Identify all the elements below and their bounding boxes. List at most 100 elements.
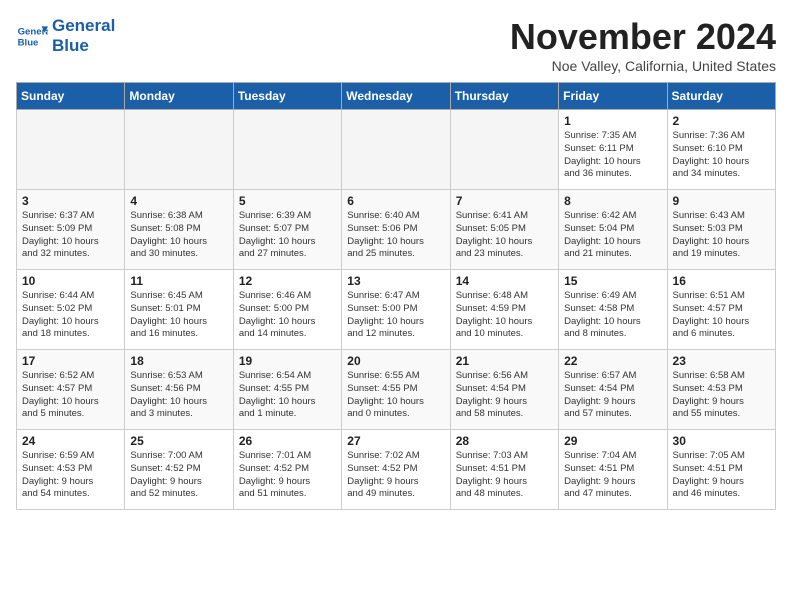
day-number: 18 <box>130 354 227 368</box>
day-info: Sunrise: 6:39 AM Sunset: 5:07 PM Dayligh… <box>239 210 336 261</box>
day-number: 29 <box>564 434 661 448</box>
calendar-cell: 2 Sunrise: 7:36 AM Sunset: 6:10 PM Daylig… <box>667 110 775 190</box>
day-number: 19 <box>239 354 336 368</box>
logo: General Blue General Blue <box>16 16 115 55</box>
calendar-cell: 26 Sunrise: 7:01 AM Sunset: 4:52 PM Dayli… <box>233 430 341 510</box>
calendar-cell: 9 Sunrise: 6:43 AM Sunset: 5:03 PM Daylig… <box>667 190 775 270</box>
day-number: 24 <box>22 434 119 448</box>
calendar-cell: 11Sunrise: 6:45 AM Sunset: 5:01 PM Dayli… <box>125 270 233 350</box>
day-number: 26 <box>239 434 336 448</box>
calendar-cell: 1Sunrise: 7:35 AM Sunset: 6:11 PM Daylig… <box>559 110 667 190</box>
calendar-cell: 13 Sunrise: 6:47 AM Sunset: 5:00 PM Dayli… <box>342 270 450 350</box>
day-number: 11 <box>130 274 227 288</box>
calendar-cell: 17 Sunrise: 6:52 AM Sunset: 4:57 PM Dayli… <box>17 350 125 430</box>
title-block: November 2024 Noe Valley, California, Un… <box>510 16 776 74</box>
calendar-cell: 8Sunrise: 6:42 AM Sunset: 5:04 PM Daylig… <box>559 190 667 270</box>
day-info: Sunrise: 6:54 AM Sunset: 4:55 PM Dayligh… <box>239 370 336 421</box>
weekday-header-sunday: Sunday <box>17 83 125 110</box>
calendar-cell: 20 Sunrise: 6:55 AM Sunset: 4:55 PM Dayli… <box>342 350 450 430</box>
day-info: Sunrise: 7:04 AM Sunset: 4:51 PM Dayligh… <box>564 450 661 501</box>
calendar-week-4: 17 Sunrise: 6:52 AM Sunset: 4:57 PM Dayli… <box>17 350 776 430</box>
day-number: 25 <box>130 434 227 448</box>
day-info: Sunrise: 6:47 AM Sunset: 5:00 PM Dayligh… <box>347 290 444 341</box>
day-info: Sunrise: 7:36 AM Sunset: 6:10 PM Dayligh… <box>673 130 770 181</box>
calendar-cell: 27 Sunrise: 7:02 AM Sunset: 4:52 PM Dayli… <box>342 430 450 510</box>
day-info: Sunrise: 6:37 AM Sunset: 5:09 PM Dayligh… <box>22 210 119 261</box>
day-info: Sunrise: 7:03 AM Sunset: 4:51 PM Dayligh… <box>456 450 553 501</box>
day-info: Sunrise: 6:48 AM Sunset: 4:59 PM Dayligh… <box>456 290 553 341</box>
weekday-header-monday: Monday <box>125 83 233 110</box>
weekday-header-thursday: Thursday <box>450 83 558 110</box>
calendar-cell: 22 Sunrise: 6:57 AM Sunset: 4:54 PM Dayli… <box>559 350 667 430</box>
day-info: Sunrise: 6:38 AM Sunset: 5:08 PM Dayligh… <box>130 210 227 261</box>
calendar-week-3: 10 Sunrise: 6:44 AM Sunset: 5:02 PM Dayli… <box>17 270 776 350</box>
day-info: Sunrise: 6:46 AM Sunset: 5:00 PM Dayligh… <box>239 290 336 341</box>
day-info: Sunrise: 6:41 AM Sunset: 5:05 PM Dayligh… <box>456 210 553 261</box>
calendar-cell: 5 Sunrise: 6:39 AM Sunset: 5:07 PM Daylig… <box>233 190 341 270</box>
weekday-header-friday: Friday <box>559 83 667 110</box>
weekday-header-saturday: Saturday <box>667 83 775 110</box>
day-number: 13 <box>347 274 444 288</box>
logo-general: General <box>52 16 115 36</box>
day-number: 10 <box>22 274 119 288</box>
calendar-table: SundayMondayTuesdayWednesdayThursdayFrid… <box>16 82 776 510</box>
calendar-cell: 4 Sunrise: 6:38 AM Sunset: 5:08 PM Daylig… <box>125 190 233 270</box>
day-number: 21 <box>456 354 553 368</box>
day-number: 7 <box>456 194 553 208</box>
calendar-cell <box>125 110 233 190</box>
calendar-cell: 29 Sunrise: 7:04 AM Sunset: 4:51 PM Dayli… <box>559 430 667 510</box>
day-number: 2 <box>673 114 770 128</box>
day-number: 1 <box>564 114 661 128</box>
day-number: 23 <box>673 354 770 368</box>
calendar-cell: 12 Sunrise: 6:46 AM Sunset: 5:00 PM Dayli… <box>233 270 341 350</box>
day-number: 15 <box>564 274 661 288</box>
day-info: Sunrise: 6:43 AM Sunset: 5:03 PM Dayligh… <box>673 210 770 261</box>
day-number: 12 <box>239 274 336 288</box>
day-number: 9 <box>673 194 770 208</box>
weekday-header-tuesday: Tuesday <box>233 83 341 110</box>
calendar-week-1: 1Sunrise: 7:35 AM Sunset: 6:11 PM Daylig… <box>17 110 776 190</box>
day-number: 6 <box>347 194 444 208</box>
header: General Blue General Blue November 2024 … <box>16 16 776 74</box>
weekday-header-wednesday: Wednesday <box>342 83 450 110</box>
day-info: Sunrise: 6:55 AM Sunset: 4:55 PM Dayligh… <box>347 370 444 421</box>
day-number: 4 <box>130 194 227 208</box>
day-number: 27 <box>347 434 444 448</box>
calendar-cell: 14 Sunrise: 6:48 AM Sunset: 4:59 PM Dayli… <box>450 270 558 350</box>
day-info: Sunrise: 7:01 AM Sunset: 4:52 PM Dayligh… <box>239 450 336 501</box>
day-info: Sunrise: 6:44 AM Sunset: 5:02 PM Dayligh… <box>22 290 119 341</box>
calendar-week-2: 3 Sunrise: 6:37 AM Sunset: 5:09 PM Daylig… <box>17 190 776 270</box>
calendar-week-5: 24Sunrise: 6:59 AM Sunset: 4:53 PM Dayli… <box>17 430 776 510</box>
day-number: 5 <box>239 194 336 208</box>
day-number: 3 <box>22 194 119 208</box>
calendar-cell: 6 Sunrise: 6:40 AM Sunset: 5:06 PM Daylig… <box>342 190 450 270</box>
calendar-cell: 18Sunrise: 6:53 AM Sunset: 4:56 PM Dayli… <box>125 350 233 430</box>
logo-icon: General Blue <box>16 20 48 52</box>
day-number: 28 <box>456 434 553 448</box>
day-info: Sunrise: 6:52 AM Sunset: 4:57 PM Dayligh… <box>22 370 119 421</box>
calendar-cell <box>450 110 558 190</box>
day-info: Sunrise: 7:02 AM Sunset: 4:52 PM Dayligh… <box>347 450 444 501</box>
logo-blue: Blue <box>52 36 115 56</box>
day-info: Sunrise: 6:58 AM Sunset: 4:53 PM Dayligh… <box>673 370 770 421</box>
calendar-cell: 25 Sunrise: 7:00 AM Sunset: 4:52 PM Dayli… <box>125 430 233 510</box>
svg-text:Blue: Blue <box>18 37 39 48</box>
day-info: Sunrise: 7:00 AM Sunset: 4:52 PM Dayligh… <box>130 450 227 501</box>
calendar-cell: 21 Sunrise: 6:56 AM Sunset: 4:54 PM Dayli… <box>450 350 558 430</box>
calendar-cell: 19 Sunrise: 6:54 AM Sunset: 4:55 PM Dayli… <box>233 350 341 430</box>
day-info: Sunrise: 7:05 AM Sunset: 4:51 PM Dayligh… <box>673 450 770 501</box>
day-number: 20 <box>347 354 444 368</box>
calendar-cell: 15 Sunrise: 6:49 AM Sunset: 4:58 PM Dayli… <box>559 270 667 350</box>
calendar-cell: 3 Sunrise: 6:37 AM Sunset: 5:09 PM Daylig… <box>17 190 125 270</box>
location-subtitle: Noe Valley, California, United States <box>510 58 776 74</box>
day-info: Sunrise: 6:40 AM Sunset: 5:06 PM Dayligh… <box>347 210 444 261</box>
calendar-cell: 10 Sunrise: 6:44 AM Sunset: 5:02 PM Dayli… <box>17 270 125 350</box>
day-number: 22 <box>564 354 661 368</box>
day-number: 17 <box>22 354 119 368</box>
calendar-cell: 30Sunrise: 7:05 AM Sunset: 4:51 PM Dayli… <box>667 430 775 510</box>
day-info: Sunrise: 6:49 AM Sunset: 4:58 PM Dayligh… <box>564 290 661 341</box>
day-info: Sunrise: 6:57 AM Sunset: 4:54 PM Dayligh… <box>564 370 661 421</box>
day-info: Sunrise: 6:56 AM Sunset: 4:54 PM Dayligh… <box>456 370 553 421</box>
day-number: 14 <box>456 274 553 288</box>
month-title: November 2024 <box>510 16 776 58</box>
